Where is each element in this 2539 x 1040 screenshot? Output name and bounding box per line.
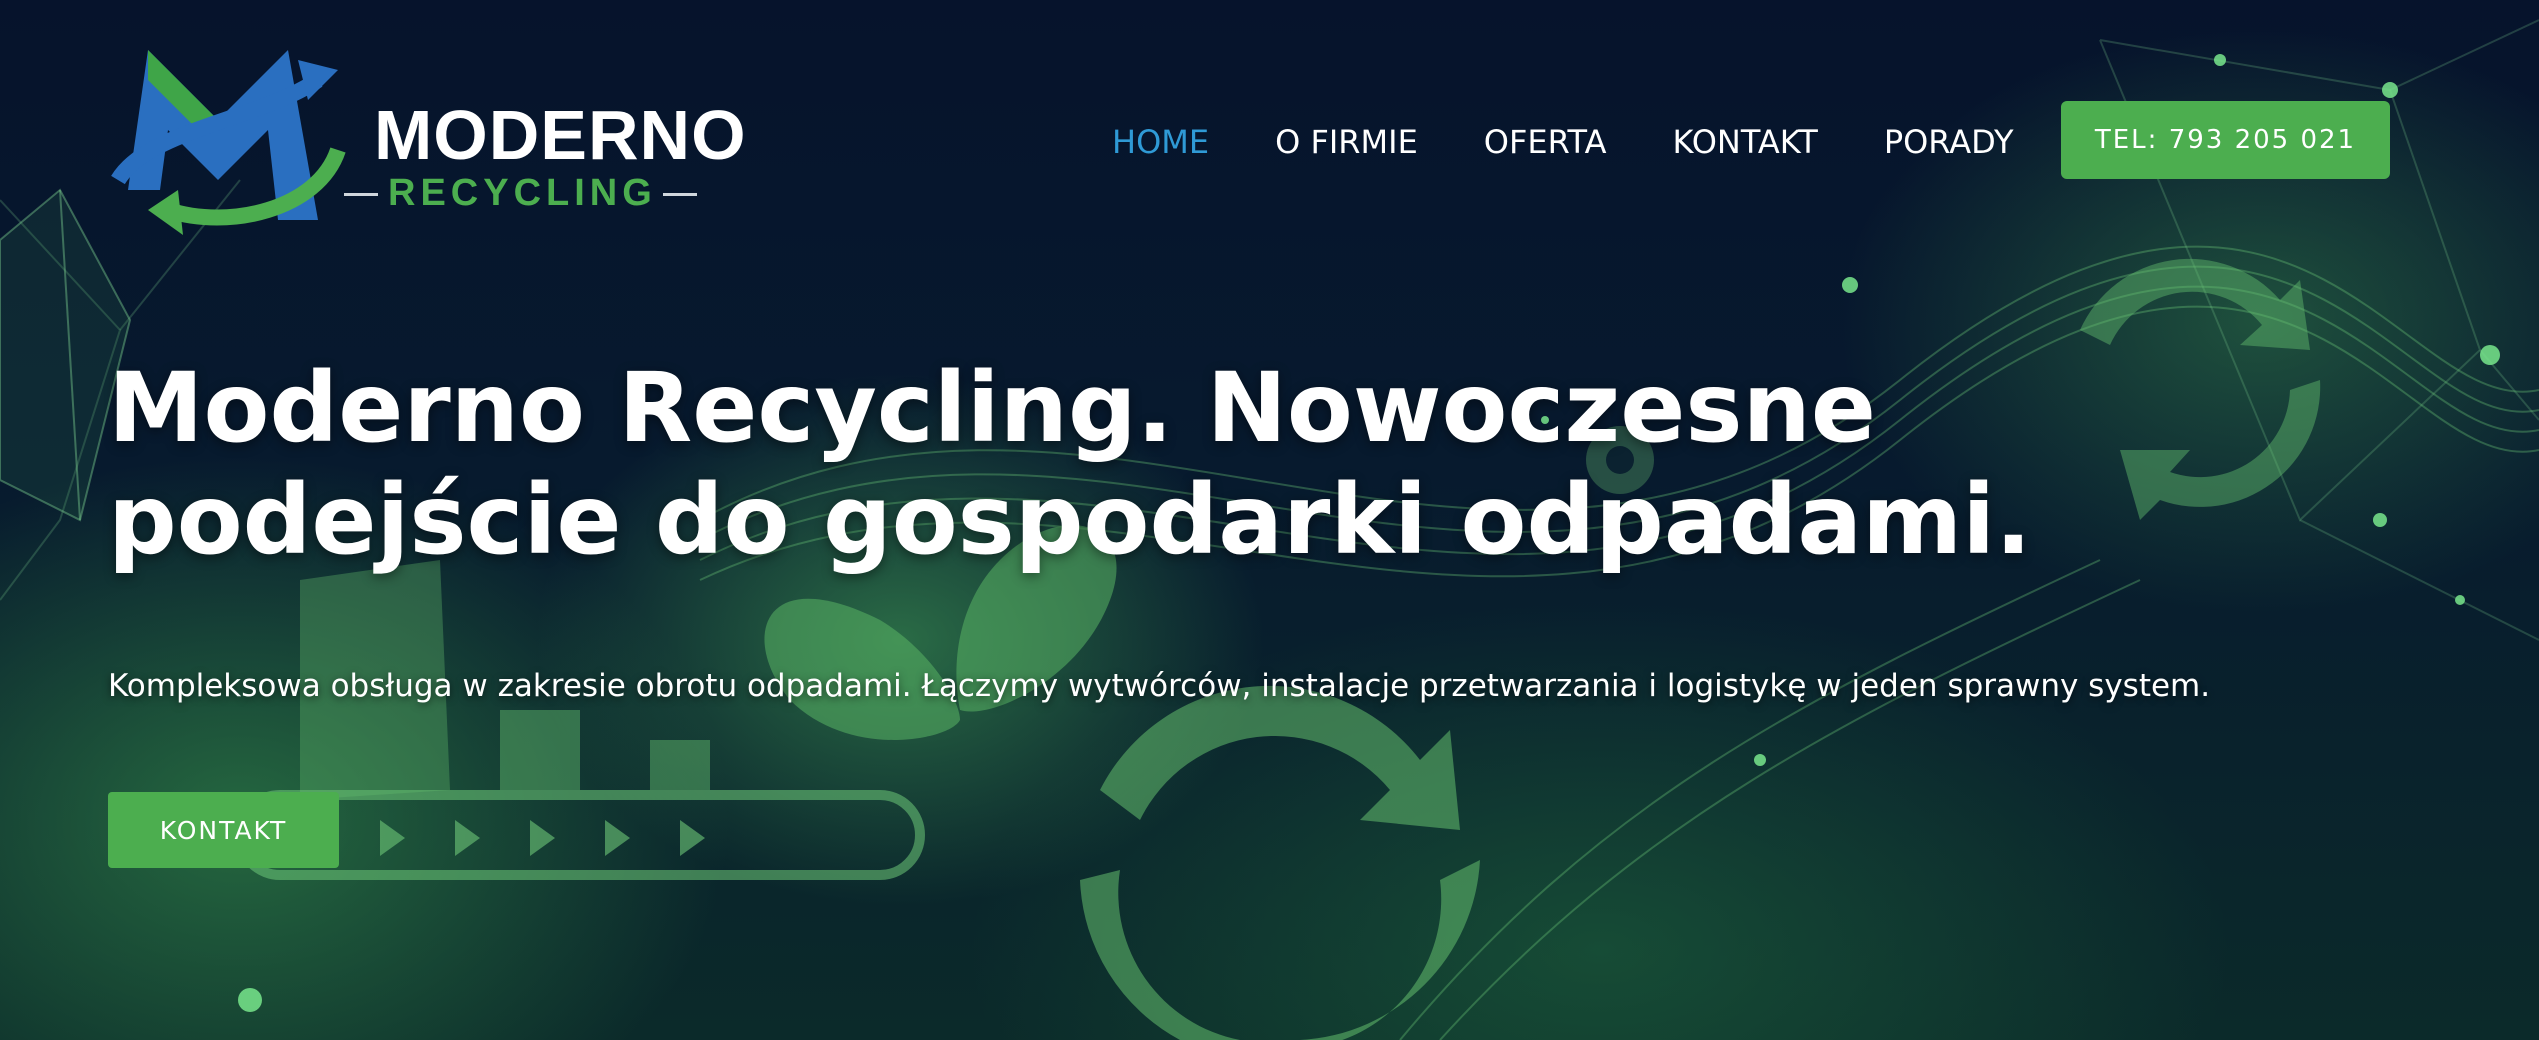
nav-item-oferta[interactable]: OFERTA <box>1484 118 1607 166</box>
hero-subtitle: Kompleksowa obsługa w zakresie obrotu od… <box>108 668 2211 704</box>
contact-button[interactable]: KONTAKT <box>108 792 339 868</box>
nav-item-porady[interactable]: PORADY <box>1884 118 2014 166</box>
nav-item-kontakt[interactable]: KONTAKT <box>1672 118 1817 166</box>
nav-item-home[interactable]: HOME <box>1112 118 1209 166</box>
hero-title: Moderno Recycling. Nowoczesne podejście … <box>108 352 2032 576</box>
brand-tagline: RECYCLING <box>344 172 697 214</box>
recycle-arrows-icon <box>1080 685 1480 1040</box>
nav-item-o-firmie[interactable]: O FIRMIE <box>1275 118 1418 166</box>
main-nav: HOME O FIRMIE OFERTA KONTAKT PORADY <box>1112 118 2014 166</box>
phone-button[interactable]: TEL: 793 205 021 <box>2061 101 2390 179</box>
brand-name: MODERNO <box>374 96 747 174</box>
brand-logo[interactable]: MODERNO RECYCLING <box>108 40 746 240</box>
recycle-logo-icon <box>111 50 346 235</box>
